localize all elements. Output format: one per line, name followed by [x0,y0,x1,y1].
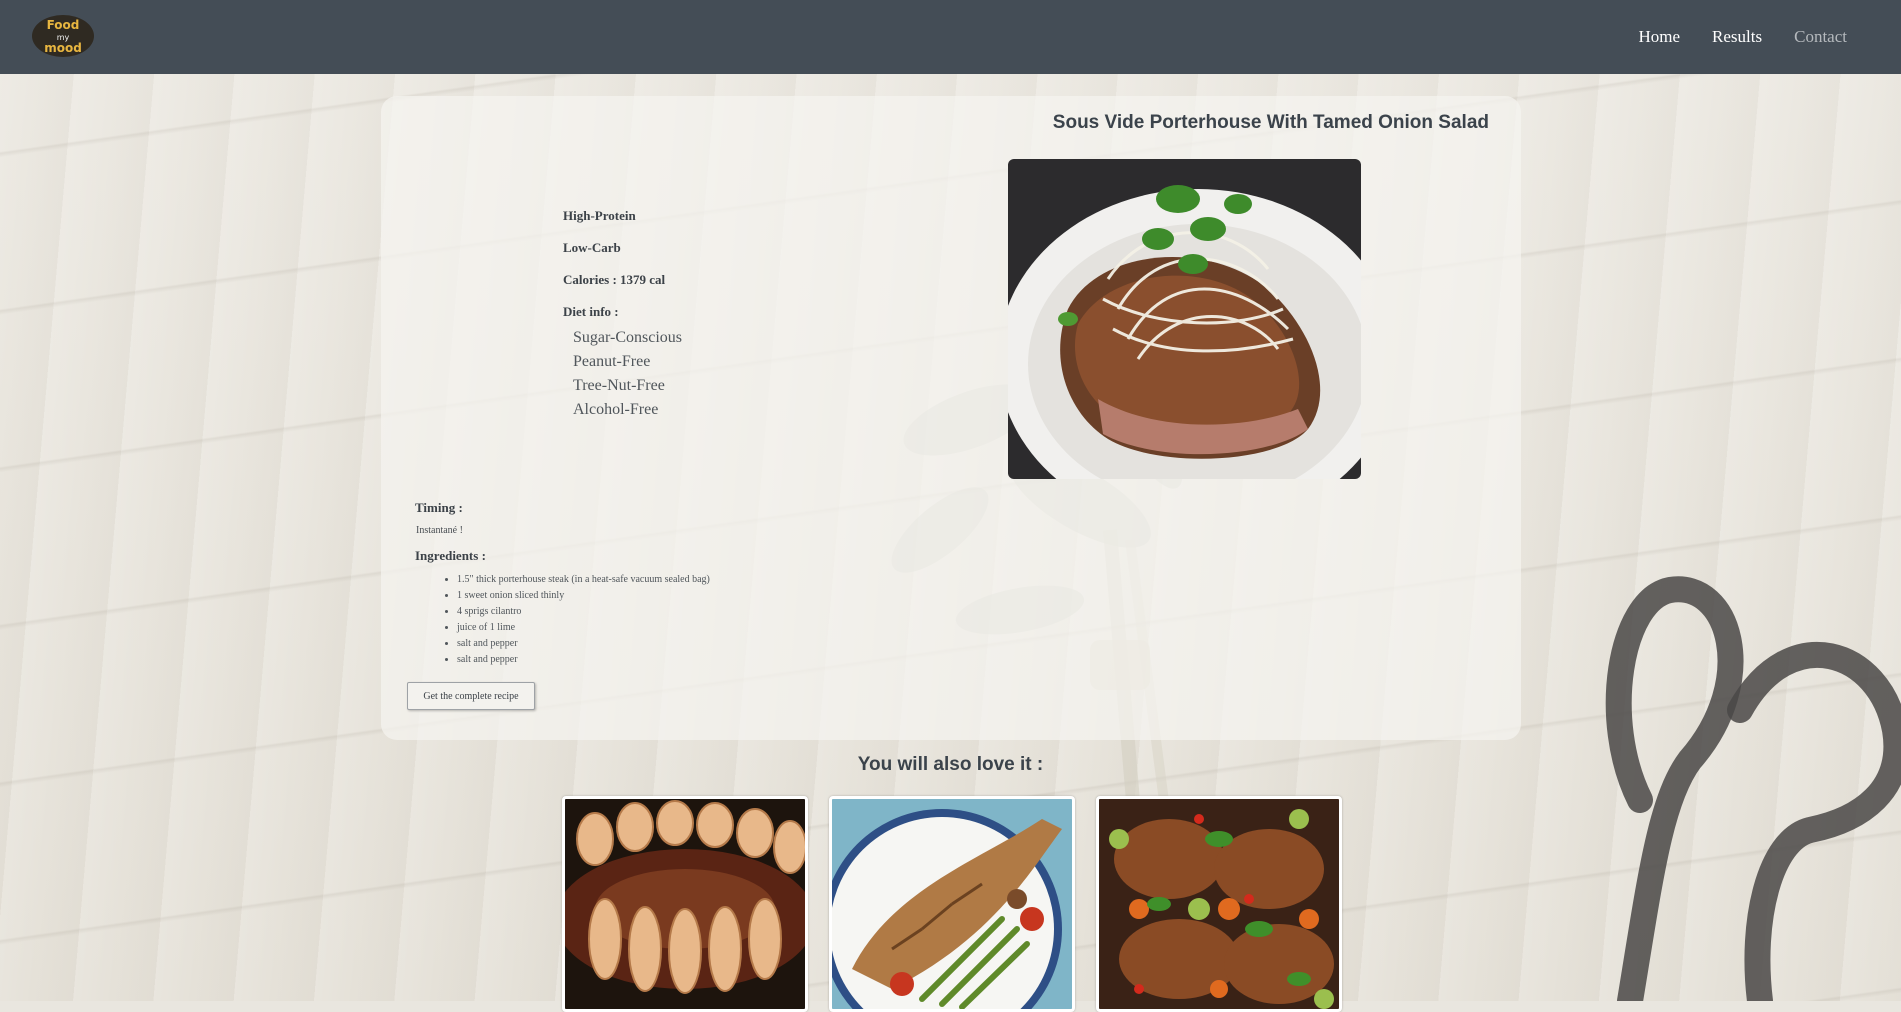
diet-info-item: Peanut-Free [573,353,651,370]
top-navbar: Food my mood Home Results Contact [0,0,1901,74]
diet-info-item: Sugar-Conscious [573,329,683,346]
tag-low-carb: Low-Carb [563,240,621,255]
suggestion-card-grilled-fish[interactable] [829,796,1075,1012]
ingredient-item: 1 sweet onion sliced thinly [457,588,915,604]
nav-results-link[interactable]: Results [1712,27,1762,47]
svg-text:mood: mood [44,41,82,55]
ingredient-item: salt and pepper [457,636,915,652]
suggestions-title: You will also love it : [857,754,1044,775]
recipe-details: Timing : Instantané ! Ingredients : 1.5"… [415,500,915,668]
get-complete-recipe-button[interactable]: Get the complete recipe [407,682,535,710]
ingredient-item: juice of 1 lime [457,620,915,636]
tag-high-protein: High-Protein [563,208,636,223]
diet-info-label: Diet info : [563,304,619,319]
nav-links: Home Results Contact [1639,0,1848,74]
suggestion-card-shrimp[interactable] [562,796,808,1012]
recipe-tags: High-Protein Low-Carb Calories : 1379 ca… [563,208,682,422]
suggestion-card-chicken-stew[interactable] [1096,796,1342,1012]
recipe-card: Sous Vide Porterhouse With Tamed Onion S… [381,96,1521,740]
ingredient-item: 4 sprigs cilantro [457,604,915,620]
scissors-background-image [1605,576,1901,1001]
calories-label: Calories : 1379 cal [563,272,666,287]
ingredient-item: salt and pepper [457,652,915,668]
svg-text:Food: Food [47,18,80,32]
ingredients-list: 1.5" thick porterhouse steak (in a heat-… [415,572,915,668]
recipe-title: Sous Vide Porterhouse With Tamed Onion S… [1052,112,1489,133]
timing-label: Timing : [415,500,463,515]
ingredients-label: Ingredients : [415,548,486,563]
suggestions-row [562,796,1342,1012]
food-my-mood-logo[interactable]: Food my mood [30,12,96,60]
timing-value: Instantané ! [416,525,463,536]
diet-info-item: Tree-Nut-Free [573,377,665,394]
ingredient-item: 1.5" thick porterhouse steak (in a heat-… [457,572,915,588]
diet-info-item: Alcohol-Free [573,401,659,418]
diet-info-list: Sugar-Conscious Peanut-Free Tree-Nut-Fre… [573,326,682,422]
nav-home-link[interactable]: Home [1639,27,1681,47]
nav-contact-link[interactable]: Contact [1794,27,1847,47]
recipe-photo [1008,159,1361,479]
